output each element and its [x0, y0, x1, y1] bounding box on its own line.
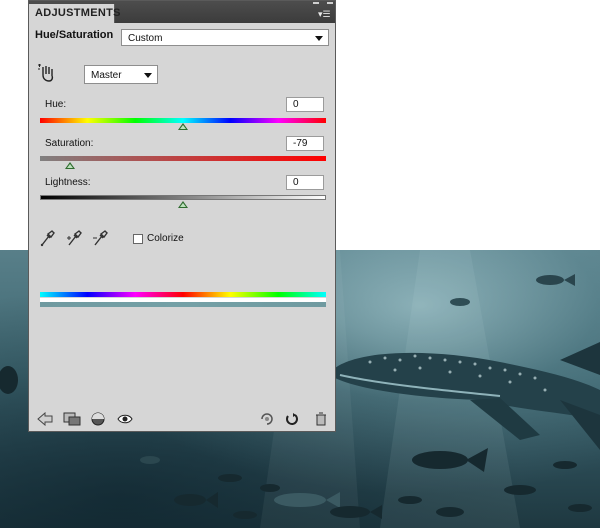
colorize-checkbox[interactable] [133, 234, 143, 244]
lightness-input[interactable]: 0 [286, 175, 324, 190]
colorize-label: Colorize [147, 233, 184, 244]
targeted-adjustment-hand-icon[interactable] [37, 64, 57, 87]
channel-value: Master [91, 70, 122, 81]
lightness-label: Lightness: [45, 177, 91, 188]
trash-icon[interactable] [315, 412, 327, 431]
hue-label: Hue: [45, 99, 67, 110]
tab-adjustments[interactable]: ADJUSTMENTS [29, 4, 121, 23]
back-arrow-icon[interactable] [37, 411, 53, 431]
adjustments-panel: ADJUSTMENTS ▾☰ Hue/Saturation Custom Mas… [28, 0, 336, 432]
hue-input[interactable]: 0 [286, 97, 324, 112]
eyedropper-plus-icon[interactable] [66, 229, 82, 252]
channel-dropdown[interactable]: Master [84, 65, 158, 84]
saturation-slider-track[interactable] [40, 156, 326, 161]
output-color-bar [40, 302, 326, 307]
preset-dropdown[interactable]: Custom [121, 29, 329, 46]
lightness-slider-track[interactable] [40, 195, 326, 200]
saturation-input[interactable]: -79 [286, 136, 324, 151]
close-grip-icon[interactable] [327, 2, 333, 4]
chevron-down-icon [315, 36, 323, 41]
saturation-label: Saturation: [45, 138, 94, 149]
eyedropper-icon[interactable] [39, 229, 55, 252]
view-previous-state-icon[interactable] [259, 412, 275, 431]
panel-bottom-toolbar [29, 405, 335, 431]
reset-icon[interactable] [285, 412, 299, 431]
panel-tab-bar: ADJUSTMENTS ▾☰ [29, 1, 335, 23]
adjustment-title: Hue/Saturation [35, 29, 114, 41]
chevron-down-icon [144, 73, 152, 78]
collapse-grip-icon[interactable] [313, 2, 319, 4]
eyedropper-minus-icon[interactable] [92, 229, 108, 252]
eye-icon[interactable] [117, 412, 133, 430]
visibility-toggle-icon[interactable] [91, 412, 105, 431]
panel-menu-icon[interactable]: ▾☰ [318, 9, 331, 20]
clip-to-layer-icon[interactable] [63, 412, 81, 431]
preset-value: Custom [128, 33, 163, 44]
input-color-bar [40, 292, 326, 297]
